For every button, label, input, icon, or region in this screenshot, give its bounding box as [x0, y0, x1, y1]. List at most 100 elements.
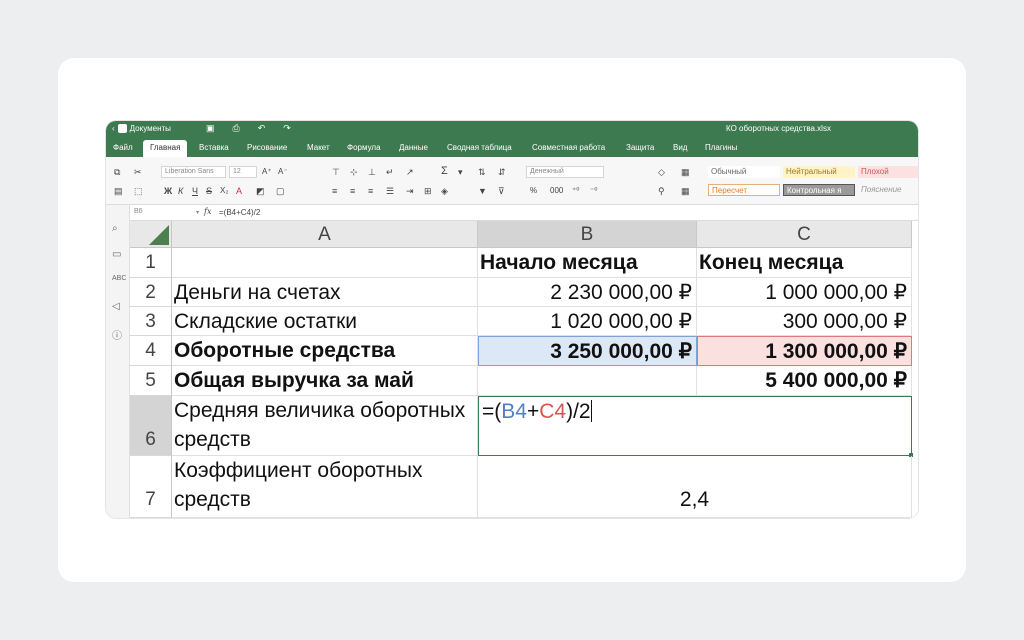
decrease-decimal-icon[interactable]: ⁻⁰ — [590, 186, 597, 196]
clear-filter-icon[interactable]: ⊽ — [498, 186, 505, 196]
merge-cells-icon[interactable]: ⊞ — [424, 186, 432, 196]
sort-asc-icon[interactable]: ⇅ — [478, 167, 486, 177]
font-name-select[interactable]: Liberation Sans — [161, 166, 226, 178]
tab-insert[interactable]: Вставка — [199, 143, 229, 152]
column-header-b[interactable]: B — [478, 221, 697, 248]
align-top-icon[interactable]: ⊤ — [332, 167, 340, 177]
announce-icon[interactable]: ◁ — [112, 301, 120, 312]
row-header-6[interactable]: 6 — [130, 396, 172, 456]
increase-decimal-icon[interactable]: ⁺⁰ — [572, 186, 579, 196]
cell-b2[interactable]: 2 230 000,00 ₽ — [478, 278, 697, 307]
align-center-icon[interactable]: ≡ — [350, 186, 355, 196]
font-size-select[interactable]: 12 — [229, 166, 257, 178]
clear-format-icon[interactable]: ◇ — [658, 167, 665, 177]
percent-icon[interactable]: % — [530, 186, 537, 196]
cell-reference-box[interactable]: B6 — [134, 208, 200, 215]
cell-c3[interactable]: 300 000,00 ₽ — [697, 307, 912, 336]
subscript-icon[interactable]: X₂ — [220, 186, 228, 196]
clear-icon[interactable]: ◈ — [441, 186, 448, 196]
fill-color-icon[interactable]: ◩ — [256, 186, 265, 196]
tab-collab[interactable]: Совместная работа — [532, 143, 605, 152]
style-normal[interactable]: Обычный — [708, 166, 780, 178]
cell-b6-editor[interactable]: =(B4+C4)/2 — [478, 396, 912, 456]
documents-link[interactable]: ‹ Документы — [112, 124, 171, 133]
cell-c2[interactable]: 1 000 000,00 ₽ — [697, 278, 912, 307]
row-header-7[interactable]: 7 — [130, 456, 172, 518]
cell-a7[interactable]: Коэффициент оборотных средств — [172, 456, 478, 518]
chevron-down-icon[interactable]: ▾ — [196, 209, 199, 216]
cell-b7[interactable]: 2,4 — [478, 456, 912, 518]
column-header-a[interactable]: A — [172, 221, 478, 248]
indent-icon[interactable]: ⇥ — [406, 186, 414, 196]
cell-a2[interactable]: Деньги на счетах — [172, 278, 478, 307]
cut-icon[interactable]: ✂ — [134, 167, 142, 177]
font-grow-icon[interactable]: A⁺ — [262, 167, 272, 177]
tab-view[interactable]: Вид — [673, 143, 687, 152]
align-justify-icon[interactable]: ☰ — [386, 186, 394, 196]
info-icon[interactable]: ⓘ — [112, 327, 122, 342]
tab-file[interactable]: Файл — [113, 143, 133, 152]
select-all-icon[interactable]: ⬚ — [134, 186, 143, 196]
spellcheck-icon[interactable]: ABC — [112, 275, 126, 282]
insert-function-icon[interactable]: ▾ — [458, 167, 463, 177]
italic-icon[interactable]: К — [178, 186, 183, 196]
row-header-4[interactable]: 4 — [130, 336, 172, 366]
row-header-3[interactable]: 3 — [130, 307, 172, 336]
select-all-corner[interactable] — [130, 221, 172, 248]
redo-icon[interactable]: ↷ — [283, 123, 291, 134]
row-header-1[interactable]: 1 — [130, 248, 172, 278]
paste-icon[interactable]: ▤ — [114, 186, 123, 196]
tab-pivot[interactable]: Сводная таблица — [447, 143, 512, 152]
cell-c4[interactable]: 1 300 000,00 ₽ — [697, 336, 912, 366]
print-icon[interactable]: ⎙ — [233, 123, 240, 134]
font-color-icon[interactable]: A — [236, 186, 242, 196]
style-recalc[interactable]: Пересчет — [708, 184, 780, 196]
row-header-5[interactable]: 5 — [130, 366, 172, 396]
cell-b5[interactable] — [478, 366, 697, 396]
wrap-text-icon[interactable]: ↵ — [386, 167, 394, 177]
undo-icon[interactable]: ↶ — [258, 123, 266, 134]
row-header-2[interactable]: 2 — [130, 278, 172, 307]
style-neutral[interactable]: Нейтральный — [783, 166, 855, 178]
cell-a1[interactable] — [172, 248, 478, 278]
cell-c5[interactable]: 5 400 000,00 ₽ — [697, 366, 912, 396]
cell-b1[interactable]: Начало месяца — [478, 248, 697, 278]
text-orientation-icon[interactable]: ↗ — [406, 167, 414, 177]
cell-a6[interactable]: Средняя величика оборотных средств — [172, 396, 478, 456]
comments-icon[interactable]: ▭ — [112, 249, 121, 260]
bold-icon[interactable]: Ж — [164, 186, 172, 196]
style-note[interactable]: Пояснение — [858, 184, 918, 196]
style-bad[interactable]: Плохой — [858, 166, 918, 178]
align-bottom-icon[interactable]: ⊥ — [368, 167, 376, 177]
align-right-icon[interactable]: ≡ — [368, 186, 373, 196]
fx-icon[interactable]: fx — [204, 207, 211, 216]
cell-a5[interactable]: Общая выручка за май — [172, 366, 478, 396]
font-shrink-icon[interactable]: A⁻ — [278, 167, 288, 177]
cell-format-icon[interactable]: ▦ — [681, 186, 690, 196]
tab-data[interactable]: Данные — [399, 143, 428, 152]
tab-home[interactable]: Главная — [143, 140, 188, 157]
cell-c1[interactable]: Конец месяца — [697, 248, 912, 278]
cell-b4[interactable]: 3 250 000,00 ₽ — [478, 336, 697, 366]
strikethrough-icon[interactable]: S — [206, 186, 212, 196]
tab-plugins[interactable]: Плагины — [705, 143, 737, 152]
align-middle-icon[interactable]: ⊹ — [350, 167, 358, 177]
conditional-format-icon[interactable]: ⚲ — [658, 186, 665, 196]
cell-b3[interactable]: 1 020 000,00 ₽ — [478, 307, 697, 336]
cell-a3[interactable]: Складские остатки — [172, 307, 478, 336]
format-table-icon[interactable]: ▦ — [681, 167, 690, 177]
borders-icon[interactable]: ▢ — [276, 186, 285, 196]
autosum-icon[interactable]: Σ — [441, 166, 448, 177]
comma-style-icon[interactable]: 000 — [550, 186, 563, 196]
tab-draw[interactable]: Рисование — [247, 143, 287, 152]
tab-formula[interactable]: Формула — [347, 143, 381, 152]
tab-protect[interactable]: Защита — [626, 143, 654, 152]
save-icon[interactable]: ▣ — [206, 123, 215, 134]
underline-icon[interactable]: Ч — [192, 186, 198, 196]
style-control[interactable]: Контрольная я — [783, 184, 855, 196]
sort-desc-icon[interactable]: ⇵ — [498, 167, 506, 177]
search-icon[interactable]: ⌕ — [112, 223, 118, 234]
column-header-c[interactable]: C — [697, 221, 912, 248]
cell-a4[interactable]: Оборотные средства — [172, 336, 478, 366]
number-format-select[interactable]: Денежный — [526, 166, 604, 178]
